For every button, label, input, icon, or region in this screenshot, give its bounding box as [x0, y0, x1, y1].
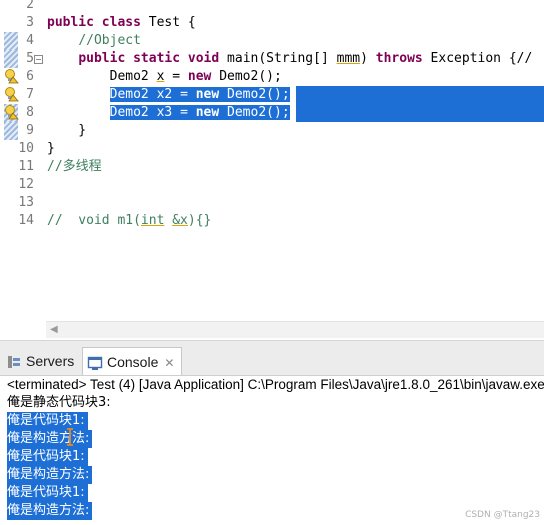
- code-text: Demo2 x2 = new Demo2();: [47, 86, 290, 104]
- code-token: Demo2();: [211, 69, 282, 84]
- servers-icon: [8, 356, 20, 369]
- code-token: Demo2();: [219, 87, 290, 102]
- code-line[interactable]: 4 //Object: [0, 32, 544, 50]
- code-text: }: [47, 140, 55, 158]
- code-token: throws: [375, 51, 423, 66]
- line-number: 13: [18, 195, 34, 210]
- console-status-header: <terminated> Test (4) [Java Application]…: [7, 377, 544, 392]
- line-number: 10: [18, 141, 34, 156]
- console-icon: [87, 357, 103, 371]
- code-token: Demo2 x2 =: [109, 87, 196, 102]
- line-number: 6: [26, 69, 34, 84]
- console-line-selected[interactable]: 俺是构造方法:: [7, 466, 93, 484]
- code-token: &x: [172, 213, 188, 228]
- tab-console-label: Console: [107, 354, 159, 370]
- close-icon[interactable]: ✕: [164, 356, 174, 370]
- code-text: public static void main(String[] mmm) th…: [47, 50, 532, 68]
- code-token: class: [101, 15, 141, 30]
- code-line[interactable]: 13: [0, 194, 544, 212]
- scroll-left-icon[interactable]: ◀: [50, 324, 58, 335]
- code-token: public: [47, 15, 94, 30]
- code-token: }: [47, 123, 87, 138]
- code-line-selected[interactable]: 8 Demo2 x3 = new Demo2();: [0, 104, 544, 122]
- line-number: 14: [18, 213, 34, 228]
- line-number: 7: [26, 87, 34, 102]
- code-line[interactable]: 2: [0, 0, 544, 14]
- code-text: //Object: [47, 32, 141, 50]
- code-text: //多线程: [47, 158, 102, 176]
- code-token: main(String[]: [219, 51, 337, 66]
- code-token: }: [47, 141, 55, 156]
- view-tab-bar: Servers Console ✕: [0, 340, 544, 376]
- code-token: static: [133, 51, 181, 66]
- code-token: public: [78, 51, 126, 66]
- code-token: // void m1(: [47, 213, 141, 228]
- console-output[interactable]: <terminated> Test (4) [Java Application]…: [0, 376, 544, 525]
- selection-highlight: [296, 86, 544, 104]
- code-token: ){}: [187, 213, 212, 228]
- code-line[interactable]: 5− public static void main(String[] mmm)…: [0, 50, 544, 68]
- code-token: mmm: [336, 51, 361, 66]
- code-line[interactable]: 11 //多线程: [0, 158, 544, 176]
- console-line[interactable]: 俺是静态代码块3:: [7, 394, 111, 412]
- code-line[interactable]: 14 // void m1(int &x){}: [0, 212, 544, 230]
- watermark: CSDN @Ttang23: [465, 510, 540, 520]
- tab-console[interactable]: Console ✕: [82, 347, 182, 375]
- code-line-selected[interactable]: 7 Demo2 x2 = new Demo2();: [0, 86, 544, 104]
- line-number: 2: [26, 0, 34, 12]
- code-text: // void m1(int &x){}: [47, 212, 211, 230]
- code-editor[interactable]: 2 3 public class Test {4 //Object 5− public…: [0, 0, 544, 340]
- code-token: Demo2: [47, 69, 157, 84]
- code-token: new: [195, 105, 220, 120]
- tab-servers-label: Servers: [26, 353, 75, 369]
- code-token: 多线程: [62, 159, 102, 174]
- code-token: =: [164, 69, 188, 84]
- code-line[interactable]: 3 public class Test {: [0, 14, 544, 32]
- line-number: 3: [26, 15, 34, 30]
- console-line-selected[interactable]: 俺是代码块1:: [7, 448, 88, 466]
- code-token: int: [140, 213, 165, 228]
- line-number: 8: [26, 105, 34, 120]
- code-text: public class Test {: [47, 14, 196, 32]
- code-token: Exception {//: [422, 51, 533, 66]
- selection-highlight: [296, 104, 544, 122]
- code-token: new: [195, 87, 220, 102]
- code-token: void: [187, 51, 220, 66]
- console-line-selected[interactable]: 俺是构造方法:: [7, 430, 93, 448]
- horizontal-scrollbar[interactable]: ◀: [46, 321, 544, 338]
- code-line[interactable]: 6 Demo2 x = new Demo2();: [0, 68, 544, 86]
- line-number: 4: [26, 33, 34, 48]
- line-number: 11: [18, 159, 34, 174]
- code-line[interactable]: 12: [0, 176, 544, 194]
- code-line[interactable]: 9 }: [0, 122, 544, 140]
- code-token: Demo2 x3 =: [109, 105, 196, 120]
- code-token: //Object: [78, 33, 141, 48]
- code-line[interactable]: 10}: [0, 140, 544, 158]
- code-token: Test {: [140, 15, 196, 30]
- tab-servers[interactable]: Servers: [6, 349, 74, 373]
- fold-toggle-icon[interactable]: −: [34, 55, 43, 64]
- line-number: 12: [18, 177, 34, 192]
- console-line-selected[interactable]: 俺是构造方法:: [7, 502, 93, 520]
- code-token: Demo2();: [219, 105, 290, 120]
- code-text: Demo2 x3 = new Demo2();: [47, 104, 290, 122]
- code-token: ): [360, 51, 376, 66]
- line-number: 9: [26, 123, 34, 138]
- code-text: Demo2 x = new Demo2();: [47, 68, 282, 86]
- console-line-selected[interactable]: 俺是代码块1:: [7, 484, 88, 502]
- code-token: new: [187, 69, 212, 84]
- text-cursor-icon: [67, 428, 73, 446]
- code-token: //: [47, 159, 63, 174]
- code-text: }: [47, 122, 86, 140]
- line-number: 5: [26, 51, 34, 66]
